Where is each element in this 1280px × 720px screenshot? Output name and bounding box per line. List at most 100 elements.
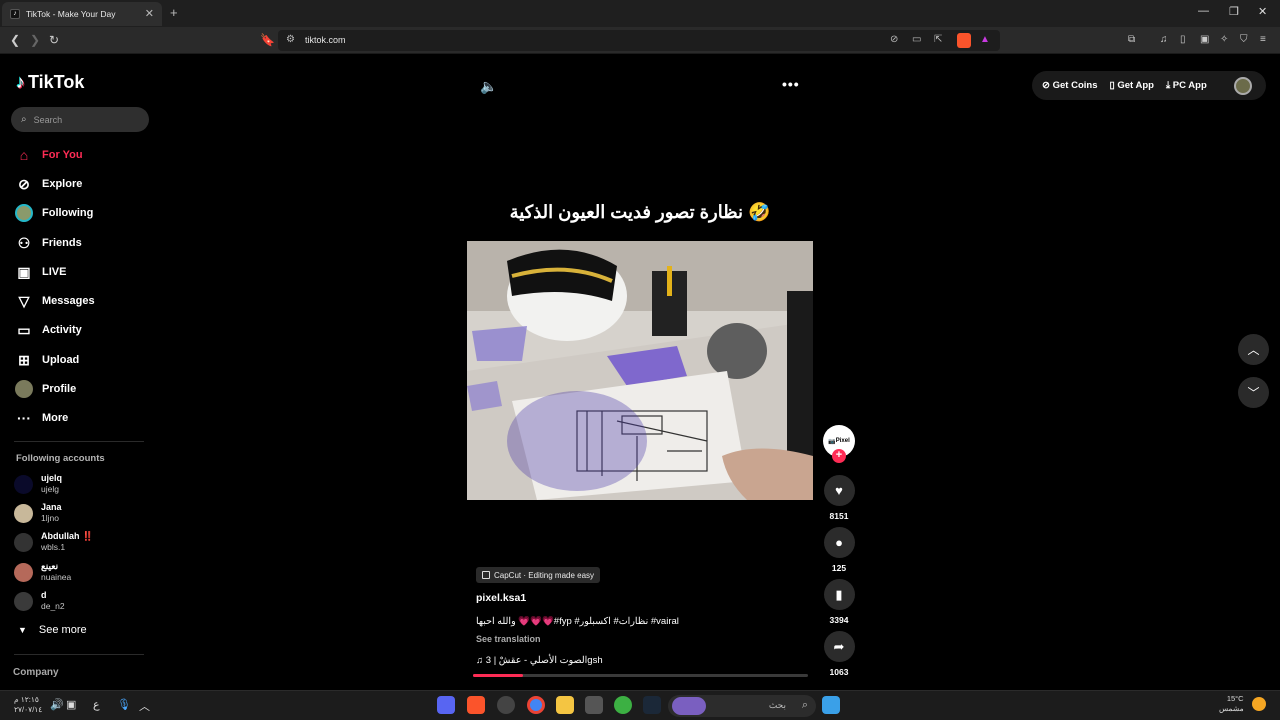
new-tab-icon[interactable]: + [170,5,178,20]
heart-icon[interactable]: ♥ [823,475,855,506]
steam-icon[interactable] [643,696,661,714]
account-item[interactable]: Jana 1ljno [14,502,62,524]
store-icon[interactable] [585,696,603,714]
close-tab-icon[interactable]: ✕ [145,7,154,20]
menu-icon[interactable]: ≡ [1260,34,1266,45]
nav-for-you[interactable]: ⌂ For You [15,146,83,164]
previous-video-button[interactable]: ︿ [1238,334,1269,365]
see-translation-link[interactable]: See translation [476,634,541,644]
account-item[interactable]: نعينع nuainea [14,561,71,583]
weather-text: مشمس [1219,704,1244,713]
account-display-name: Jana [41,502,62,512]
input-language[interactable]: ع [93,698,100,711]
nav-following[interactable]: Following [15,204,93,222]
chrome-icon[interactable] [527,696,545,714]
url-field[interactable]: ⚙ tiktok.com ⊘ ▭ ⇱ ▲ [278,30,1000,51]
nav-live[interactable]: ▣ LIVE [15,263,66,281]
cast-icon[interactable]: ▭ [912,34,921,45]
share-icon[interactable]: ⇱ [934,34,942,45]
app-icon[interactable] [497,696,515,714]
xbox-icon[interactable] [614,696,632,714]
like-action[interactable]: ♥ 8151 [823,475,855,521]
media-icon[interactable]: ♫ [1160,34,1168,45]
nav-label: LIVE [42,266,67,278]
avatar [14,474,33,494]
get-app-button[interactable]: ▯ Get App [1109,80,1153,91]
site-info-icon[interactable]: ⚙ [286,34,295,45]
microphone-icon[interactable]: 🎙 [117,698,131,711]
tiktok-logo[interactable]: ♪ TikTok [16,72,84,93]
forward-icon[interactable]: ❯ [30,33,40,47]
close-window-icon[interactable]: ✕ [1258,5,1267,18]
nav-friends[interactable]: ⚇ Friends [15,234,82,252]
clock[interactable]: ١٢:١٥ م ٢٧/٠٧/١٤ [14,695,42,715]
bookmark-icon[interactable]: 🔖 [260,33,275,47]
user-avatar[interactable] [1234,77,1252,95]
search-icon: ⌕ [801,699,808,711]
discord-icon[interactable] [437,696,455,714]
nav-activity[interactable]: ▭ Activity [15,321,81,339]
nav-explore[interactable]: ⊘ Explore [15,175,82,193]
comment-action[interactable]: ● 125 [823,527,855,573]
browser-tab[interactable]: ♪ TikTok - Make Your Day ✕ [2,2,162,26]
follow-button[interactable]: + [832,449,846,463]
minimize-icon[interactable]: — [1198,5,1209,17]
more-options-icon[interactable]: ••• [782,76,800,92]
save-action[interactable]: ▮ 3394 [823,579,855,625]
reader-icon[interactable]: ⊘ [890,34,898,45]
share-action[interactable]: ➦ 1063 [823,631,855,677]
creator-label: Pixel [835,438,850,444]
capcut-label: CapCut · Editing made easy [494,570,595,580]
maximize-icon[interactable]: ❐ [1229,5,1239,18]
account-item[interactable]: ujelq ujelg [14,473,62,495]
brave-icon[interactable] [467,696,485,714]
search-input[interactable]: ⌕ Search [11,107,149,132]
video-progress-bar[interactable] [473,674,808,677]
pc-app-button[interactable]: ⤓ PC App [1166,80,1207,91]
screenshot-icon[interactable]: ⧉ [1128,34,1135,45]
see-more-button[interactable]: ▼ See more [18,624,87,636]
taskbar-search-placeholder: بحث [768,700,786,710]
get-coins-button[interactable]: ⊘ Get Coins [1042,80,1097,91]
home-icon: ⌂ [19,147,29,163]
reload-icon[interactable]: ↻ [49,33,59,47]
taskbar: ١٢:١٥ م ٢٧/٠٧/١٤ 🔊 ▣ ع 🎙 ︿ بحث ⌕ 15°C مش… [0,690,1280,720]
music-info[interactable]: ♫ الصوت الأصلي - عقشْ | 3gsh [476,655,603,666]
speaker-icon[interactable]: 🔊 [50,698,64,711]
video-author[interactable]: pixel.ksa1 [476,592,526,604]
back-icon[interactable]: ❮ [10,33,20,47]
nav-profile[interactable]: Profile [15,380,76,398]
volume-icon[interactable]: 🔈 [480,78,497,95]
nav-upload[interactable]: ⊞ Upload [15,351,79,369]
tray-chevron-icon[interactable]: ︿ [139,698,150,714]
weather-widget[interactable]: 15°C مشمس [1219,694,1244,714]
video-player[interactable] [467,241,813,500]
brave-shields-icon[interactable] [957,33,971,48]
company-link[interactable]: Company [13,667,59,678]
network-icon[interactable]: ▣ [66,698,76,711]
see-more-label: See more [38,624,87,636]
brave-rewards-icon[interactable]: ▲ [980,34,990,45]
tiktok-note-icon: ♪ [16,72,25,92]
sun-icon [1252,697,1266,711]
sidebar-icon[interactable]: ▯ [1180,34,1186,45]
messages-icon: ▽ [18,292,30,309]
vpn-icon[interactable]: ⛉ [1240,34,1248,45]
account-item[interactable]: Abdullah ‼️ wbls.1 [14,531,93,553]
capcut-badge[interactable]: CapCut · Editing made easy [476,567,601,583]
next-video-button[interactable]: ﹀ [1238,377,1269,408]
comment-icon[interactable]: ● [823,527,855,558]
windows-start-icon[interactable] [822,696,840,714]
taskbar-search[interactable]: بحث ⌕ [668,695,816,717]
share-arrow-icon[interactable]: ➦ [823,631,855,662]
file-explorer-icon[interactable] [556,696,574,714]
bookmark-icon[interactable]: ▮ [823,579,855,610]
nav-messages[interactable]: ▽ Messages [15,292,95,310]
account-display-name: نعينع [41,561,59,571]
account-item[interactable]: d de_n2 [14,590,65,612]
wallet-icon[interactable]: ▣ [1200,34,1209,45]
nav-more[interactable]: ··· More [15,409,68,427]
video-progress-fill [473,674,524,677]
leo-ai-icon[interactable]: ✧ [1220,34,1228,45]
chevron-down-icon: ▼ [18,625,27,635]
